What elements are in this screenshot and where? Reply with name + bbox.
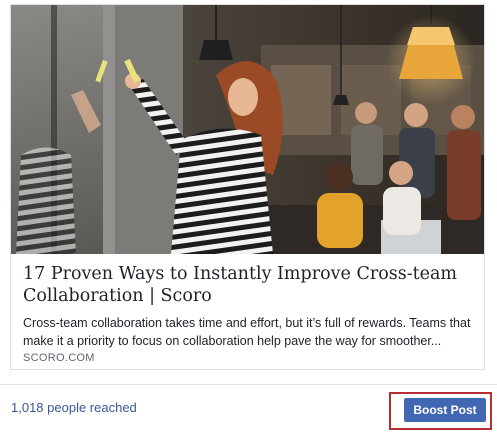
source-domain: SCORO.COM: [23, 352, 95, 364]
article-headline[interactable]: 17 Proven Ways to Instantly Improve Cros…: [23, 263, 473, 307]
link-preview-card[interactable]: 17 Proven Ways to Instantly Improve Cros…: [10, 4, 485, 370]
description-line: Cross-team collaboration takes time and …: [23, 316, 471, 330]
boost-post-button[interactable]: Boost Post: [404, 398, 486, 422]
link-preview-text[interactable]: 17 Proven Ways to Instantly Improve Cros…: [11, 254, 484, 369]
article-description: Cross-team collaboration takes time and …: [23, 314, 479, 350]
description-line: make it a priority to focus on collabora…: [23, 334, 442, 348]
office-brainstorm-photo: [11, 5, 484, 254]
people-reached-link[interactable]: 1,018 people reached: [11, 400, 137, 415]
post-footer: 1,018 people reached Boost Post: [0, 385, 497, 434]
article-image[interactable]: [11, 5, 484, 254]
